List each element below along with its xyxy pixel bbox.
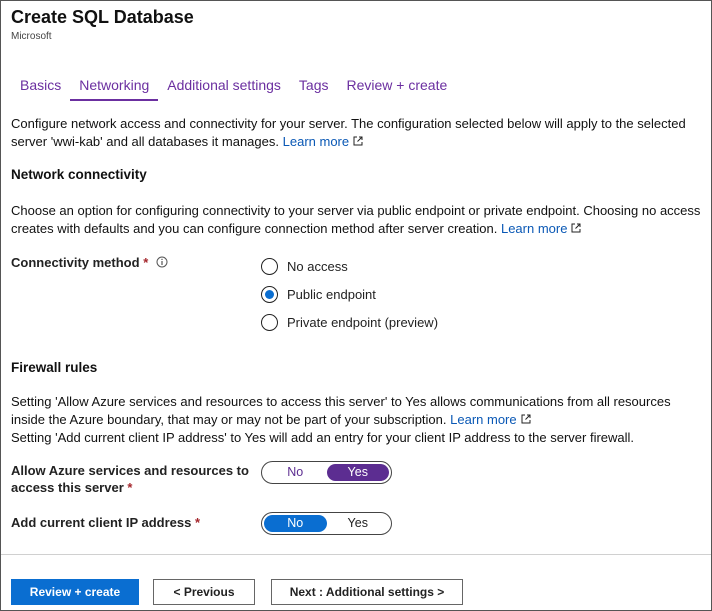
firewall-text-1: Setting 'Allow Azure services and resour… [11, 394, 671, 427]
network-connectivity-heading: Network connectivity [11, 167, 147, 182]
radio-label: Public endpoint [287, 287, 376, 302]
radio-public-endpoint[interactable]: Public endpoint [261, 286, 376, 303]
tab-basics[interactable]: Basics [11, 77, 70, 101]
wizard-tabs: Basics Networking Additional settings Ta… [11, 77, 456, 101]
allow-azure-label: Allow Azure services and resources to ac… [11, 462, 251, 496]
network-learn-more-link[interactable]: Learn more [501, 221, 581, 236]
required-marker: * [195, 515, 201, 530]
tab-additional-settings[interactable]: Additional settings [158, 77, 290, 101]
radio-no-access[interactable]: No access [261, 258, 348, 275]
add-client-ip-toggle[interactable]: No Yes [261, 512, 392, 535]
firewall-learn-more-label: Learn more [450, 412, 517, 427]
intro-paragraph: Configure network access and connectivit… [11, 115, 701, 151]
intro-learn-more-label: Learn more [282, 134, 350, 149]
toggle-option-yes[interactable]: Yes [327, 515, 390, 532]
add-client-ip-text: Add current client IP address [11, 515, 192, 530]
radio-button[interactable] [261, 258, 278, 275]
firewall-rules-heading: Firewall rules [11, 360, 98, 375]
blade-header: Create SQL Database Microsoft [11, 7, 194, 42]
connectivity-method-label: Connectivity method * [11, 254, 168, 271]
radio-button[interactable] [261, 314, 278, 331]
tab-review-create[interactable]: Review + create [337, 77, 456, 101]
external-link-icon [353, 136, 363, 146]
required-marker: * [127, 480, 133, 495]
review-create-button[interactable]: Review + create [11, 579, 139, 605]
firewall-description: Setting 'Allow Azure services and resour… [11, 393, 701, 447]
create-sql-database-blade: Create SQL Database Microsoft Basics Net… [0, 0, 712, 611]
toggle-option-no[interactable]: No [264, 515, 327, 532]
firewall-learn-more-link[interactable]: Learn more [450, 412, 531, 427]
network-connectivity-text: Choose an option for configuring connect… [11, 203, 701, 236]
radio-label: No access [287, 259, 348, 274]
firewall-text-2: Setting 'Add current client IP address' … [11, 430, 635, 445]
info-icon[interactable] [156, 256, 168, 268]
intro-learn-more-link[interactable]: Learn more [283, 134, 363, 149]
network-learn-more-label: Learn more [500, 221, 568, 236]
add-client-ip-label: Add current client IP address * [11, 514, 200, 531]
required-marker: * [143, 255, 149, 270]
radio-selected-dot [265, 290, 274, 299]
radio-private-endpoint[interactable]: Private endpoint (preview) [261, 314, 438, 331]
toggle-option-no[interactable]: No [264, 464, 327, 481]
external-link-icon [571, 223, 581, 233]
page-subtitle: Microsoft [11, 31, 52, 42]
page-title: Create SQL Database [11, 7, 194, 27]
tab-networking[interactable]: Networking [70, 77, 159, 101]
external-link-icon [521, 414, 531, 424]
footer-divider [1, 554, 711, 555]
allow-azure-toggle[interactable]: No Yes [261, 461, 392, 484]
tab-tags[interactable]: Tags [290, 77, 338, 101]
radio-label: Private endpoint (preview) [287, 315, 439, 330]
radio-button-selected[interactable] [261, 286, 278, 303]
connectivity-method-text: Connectivity method [11, 255, 140, 270]
next-additional-settings-button[interactable]: Next : Additional settings > [271, 579, 463, 605]
toggle-option-yes[interactable]: Yes [326, 464, 389, 481]
previous-button[interactable]: < Previous [153, 579, 255, 605]
network-connectivity-description: Choose an option for configuring connect… [11, 202, 701, 238]
